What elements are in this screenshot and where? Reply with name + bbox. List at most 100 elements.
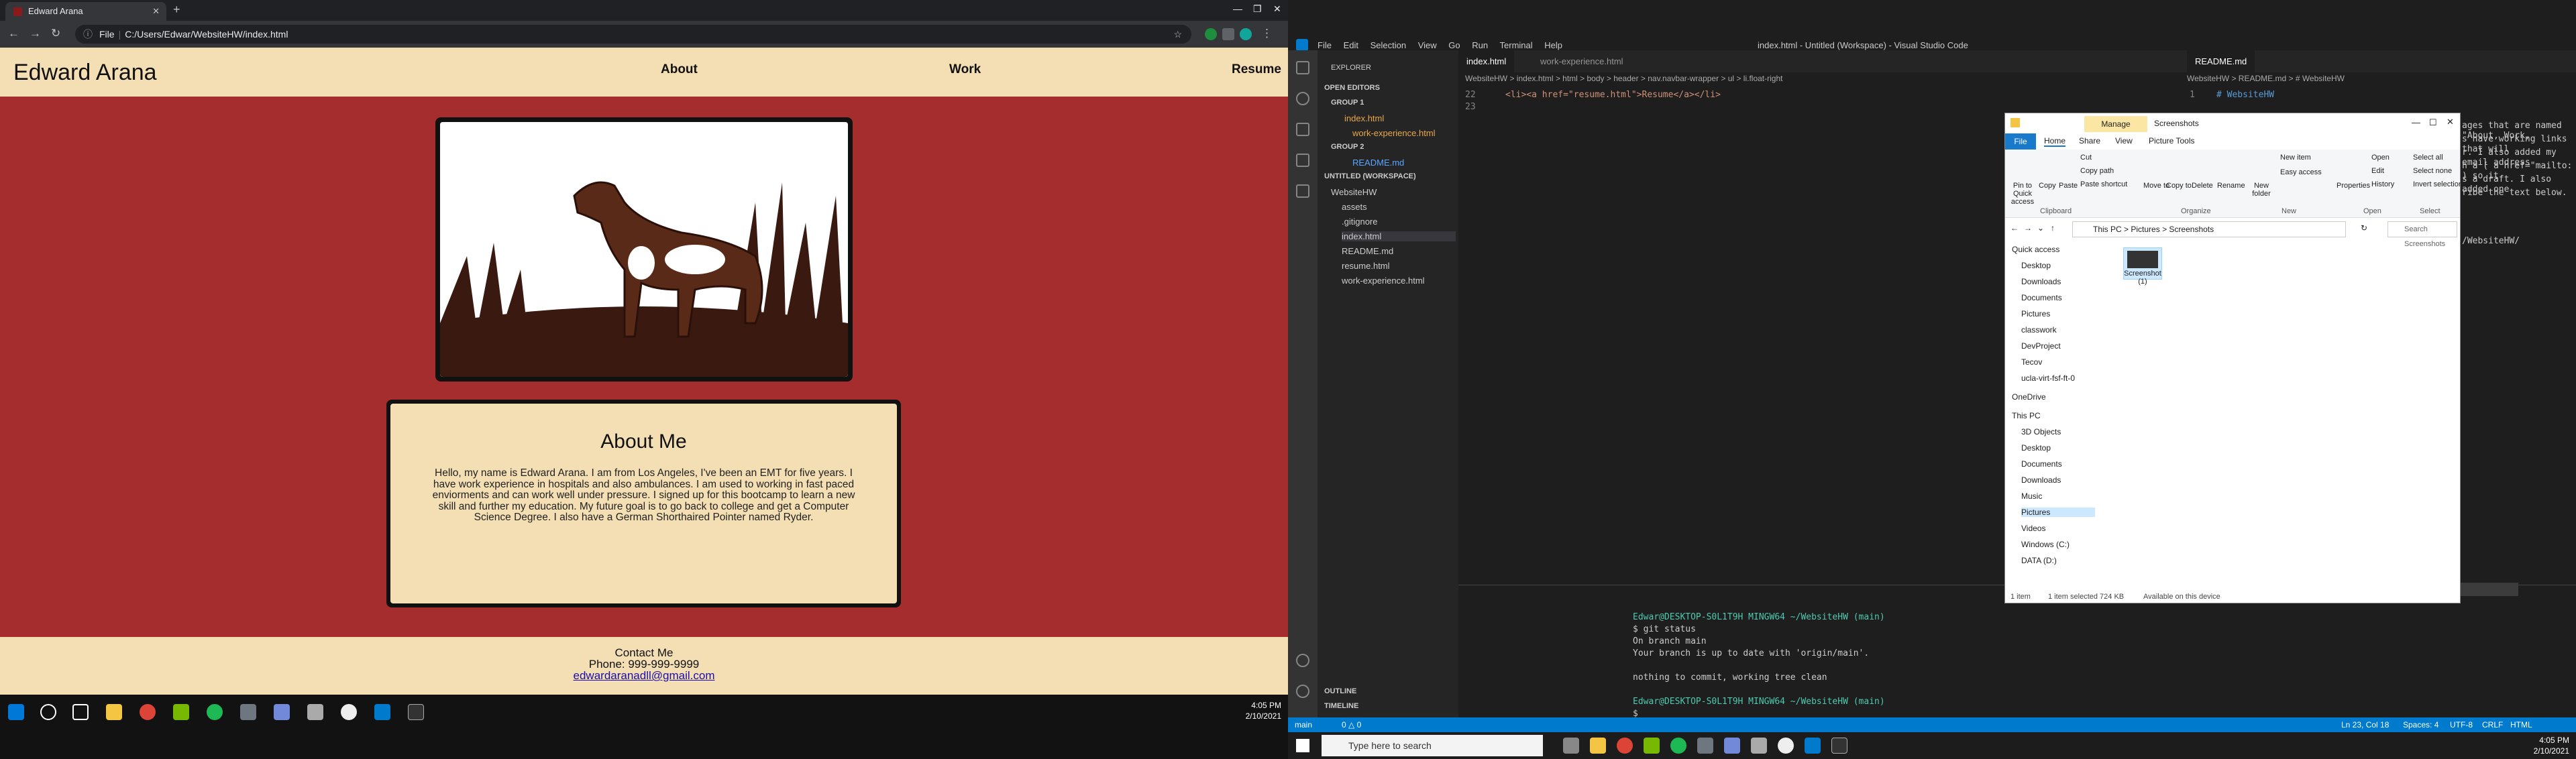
new-folder-button[interactable]: New folder bbox=[2249, 182, 2273, 198]
bookmark-star-icon[interactable]: ☆ bbox=[1173, 25, 1182, 44]
run-debug-icon[interactable] bbox=[1296, 154, 1309, 167]
nav-videos[interactable]: Videos bbox=[2021, 524, 2045, 533]
nav-desktop[interactable]: Desktop bbox=[2021, 261, 2051, 270]
path-this-pc[interactable]: This PC bbox=[2093, 225, 2122, 234]
ribbon-tab-picture-tools[interactable]: Picture Tools bbox=[2149, 136, 2194, 145]
paste-shortcut-button[interactable]: Paste shortcut bbox=[2080, 180, 2127, 188]
nav-pc-desktop[interactable]: Desktop bbox=[2021, 443, 2051, 453]
nav-about[interactable]: About bbox=[661, 62, 698, 77]
menu-terminal[interactable]: Terminal bbox=[1500, 40, 1533, 50]
nav-pc-documents[interactable]: Documents bbox=[2021, 459, 2062, 469]
github-icon[interactable] bbox=[341, 704, 357, 720]
refresh-icon[interactable]: ↻ bbox=[2361, 223, 2367, 233]
vscode-icon[interactable] bbox=[374, 704, 390, 720]
nav-classwork[interactable]: classwork bbox=[2021, 325, 2057, 335]
menu-go[interactable]: Go bbox=[1448, 40, 1460, 50]
language-status[interactable]: HTML bbox=[2510, 717, 2532, 732]
taskbar-search[interactable]: Type here to search bbox=[1322, 735, 1543, 756]
menu-edit[interactable]: Edit bbox=[1344, 40, 1358, 50]
search-icon[interactable] bbox=[40, 704, 56, 720]
new-tab-icon[interactable]: + bbox=[173, 3, 180, 17]
task-view-icon[interactable] bbox=[1563, 738, 1579, 754]
cursor-position[interactable]: Ln 23, Col 18 bbox=[2341, 717, 2389, 732]
nav-pc-downloads[interactable]: Downloads bbox=[2021, 475, 2061, 485]
file-explorer-icon[interactable] bbox=[106, 704, 122, 720]
extensions-icon[interactable] bbox=[1296, 184, 1309, 198]
file-item[interactable]: Screenshot (1) bbox=[2123, 247, 2162, 286]
maximize-icon[interactable]: ❐ bbox=[1253, 3, 1262, 15]
file-index[interactable]: index.html bbox=[1342, 231, 1456, 241]
discord-icon[interactable] bbox=[1724, 738, 1740, 754]
copy-button[interactable]: Copy bbox=[2039, 182, 2056, 190]
back-icon[interactable]: ← bbox=[8, 27, 19, 40]
nav-pictures[interactable]: Pictures bbox=[2021, 309, 2050, 318]
forward-icon[interactable]: → bbox=[30, 27, 41, 40]
ribbon-tab-home[interactable]: Home bbox=[2044, 136, 2066, 147]
nav-this-pc[interactable]: This PC bbox=[2012, 411, 2041, 420]
terminal-icon[interactable] bbox=[1831, 738, 1847, 754]
maximize-icon[interactable]: ☐ bbox=[2429, 117, 2437, 128]
discord-icon[interactable] bbox=[274, 704, 290, 720]
nav-ucla[interactable]: ucla-virt-fsf-ft-0 bbox=[2021, 373, 2075, 383]
account-icon[interactable] bbox=[1296, 654, 1309, 667]
source-control-icon[interactable] bbox=[1296, 123, 1309, 136]
nav-onedrive[interactable]: OneDrive bbox=[2012, 392, 2046, 402]
file-explorer-icon[interactable] bbox=[1590, 738, 1606, 754]
select-all-button[interactable]: Select all bbox=[2413, 154, 2443, 162]
problems-status[interactable]: 0 △ 0 bbox=[1342, 717, 1361, 732]
search-screenshots-input[interactable]: Search Screenshots bbox=[2387, 221, 2457, 248]
menu-selection[interactable]: Selection bbox=[1371, 40, 1406, 50]
rename-button[interactable]: Rename bbox=[2217, 182, 2245, 190]
nav-devproject[interactable]: DevProject bbox=[2021, 341, 2061, 351]
copy-to-button[interactable]: Copy to bbox=[2166, 182, 2192, 190]
settings-gear-icon[interactable] bbox=[1296, 685, 1309, 698]
open-file-index[interactable]: index.html bbox=[1344, 113, 1384, 123]
nav-music[interactable]: Music bbox=[2021, 491, 2042, 501]
ribbon-tab-view[interactable]: View bbox=[2115, 136, 2133, 145]
nav-resume[interactable]: Resume bbox=[1232, 62, 1281, 77]
spotify-icon[interactable] bbox=[1670, 738, 1686, 754]
recent-icon[interactable]: ⌄ bbox=[2037, 223, 2044, 233]
nav-quick-access[interactable]: Quick access bbox=[2012, 245, 2059, 254]
ribbon-tab-file[interactable]: File bbox=[2005, 133, 2036, 150]
nav-data-d[interactable]: DATA (D:) bbox=[2021, 556, 2057, 565]
select-none-button[interactable]: Select none bbox=[2413, 167, 2452, 175]
eol-status[interactable]: CRLF bbox=[2482, 717, 2503, 732]
indent-status[interactable]: Spaces: 4 bbox=[2403, 717, 2438, 732]
file-gitignore[interactable]: .gitignore bbox=[1342, 217, 1377, 227]
nav-work[interactable]: Work bbox=[949, 62, 981, 77]
app-icon[interactable] bbox=[240, 704, 256, 720]
terminal-icon[interactable] bbox=[408, 704, 424, 720]
paste-button[interactable]: Paste bbox=[2059, 182, 2078, 190]
minimize-icon[interactable]: — bbox=[2412, 117, 2420, 127]
open-file-work[interactable]: work-experience.html bbox=[1352, 128, 1436, 138]
tab-index[interactable]: index.html bbox=[1458, 50, 1515, 72]
forward-icon[interactable]: → bbox=[2024, 223, 2032, 233]
file-readme[interactable]: README.md bbox=[1342, 246, 1393, 256]
search-icon[interactable] bbox=[1296, 92, 1309, 105]
tab-work-experience[interactable]: work-experience.html bbox=[1532, 50, 1631, 72]
timeline-header[interactable]: TIMELINE bbox=[1324, 702, 1358, 710]
new-item-button[interactable]: New item bbox=[2280, 154, 2311, 162]
nav-tecov[interactable]: Tecov bbox=[2021, 357, 2042, 367]
menu-file[interactable]: File bbox=[1318, 40, 1332, 50]
reload-icon[interactable]: ↻ bbox=[51, 27, 60, 40]
app-icon-2[interactable] bbox=[307, 704, 323, 720]
encoding-status[interactable]: UTF-8 bbox=[2450, 717, 2473, 732]
puzzle-icon[interactable] bbox=[1222, 28, 1234, 40]
path-screenshots[interactable]: Screenshots bbox=[2169, 225, 2214, 234]
nav-3d-objects[interactable]: 3D Objects bbox=[2021, 427, 2061, 436]
pin-quick-access-button[interactable]: Pin to Quick access bbox=[2008, 182, 2037, 206]
profile-avatar-icon[interactable] bbox=[1240, 28, 1252, 40]
tab-readme[interactable]: README.md bbox=[2187, 50, 2255, 72]
menu-view[interactable]: View bbox=[1418, 40, 1437, 50]
terminal-panel[interactable]: 1: bash Edwar@DESKTOP-S0L1T9H MINGW64 ~/… bbox=[1458, 583, 2576, 719]
nav-downloads[interactable]: Downloads bbox=[2021, 277, 2061, 286]
outline-header[interactable]: OUTLINE bbox=[1324, 687, 1356, 695]
github-icon[interactable] bbox=[1778, 738, 1794, 754]
folder-websitehw[interactable]: WebsiteHW bbox=[1331, 187, 1377, 197]
file-work-experience[interactable]: work-experience.html bbox=[1342, 276, 1425, 286]
task-view-icon[interactable] bbox=[72, 704, 89, 720]
easy-access-button[interactable]: Easy access bbox=[2280, 168, 2322, 176]
spotify-icon[interactable] bbox=[207, 704, 223, 720]
